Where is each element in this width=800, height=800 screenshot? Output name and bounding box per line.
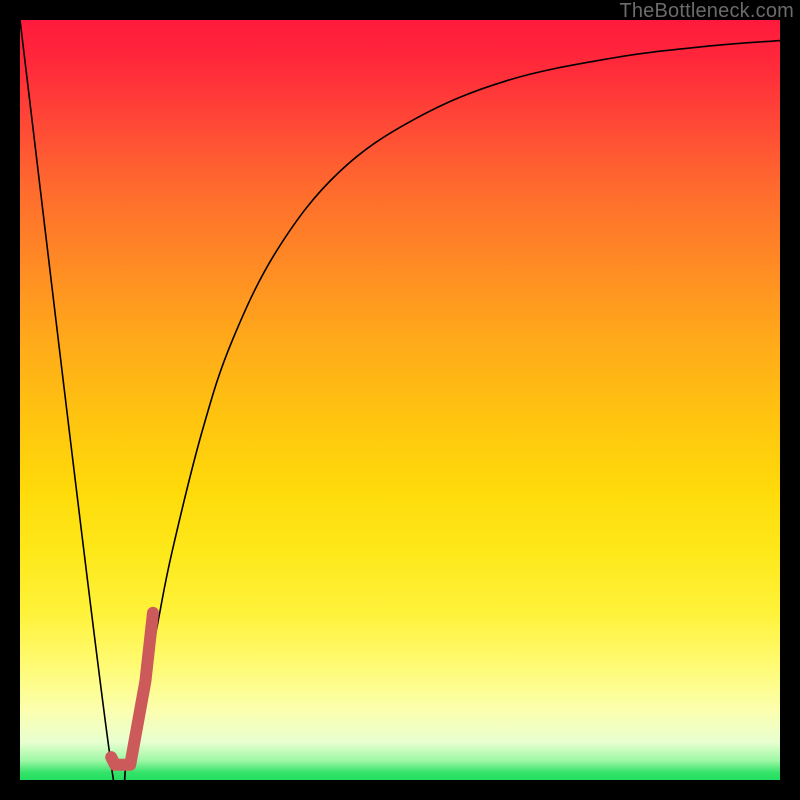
plot-svg — [20, 20, 780, 780]
bottleneck-curve — [20, 20, 780, 800]
chart-frame: TheBottleneck.com — [0, 0, 800, 800]
j-marker — [111, 613, 153, 765]
plot-area — [20, 20, 780, 780]
watermark-text: TheBottleneck.com — [619, 0, 794, 23]
